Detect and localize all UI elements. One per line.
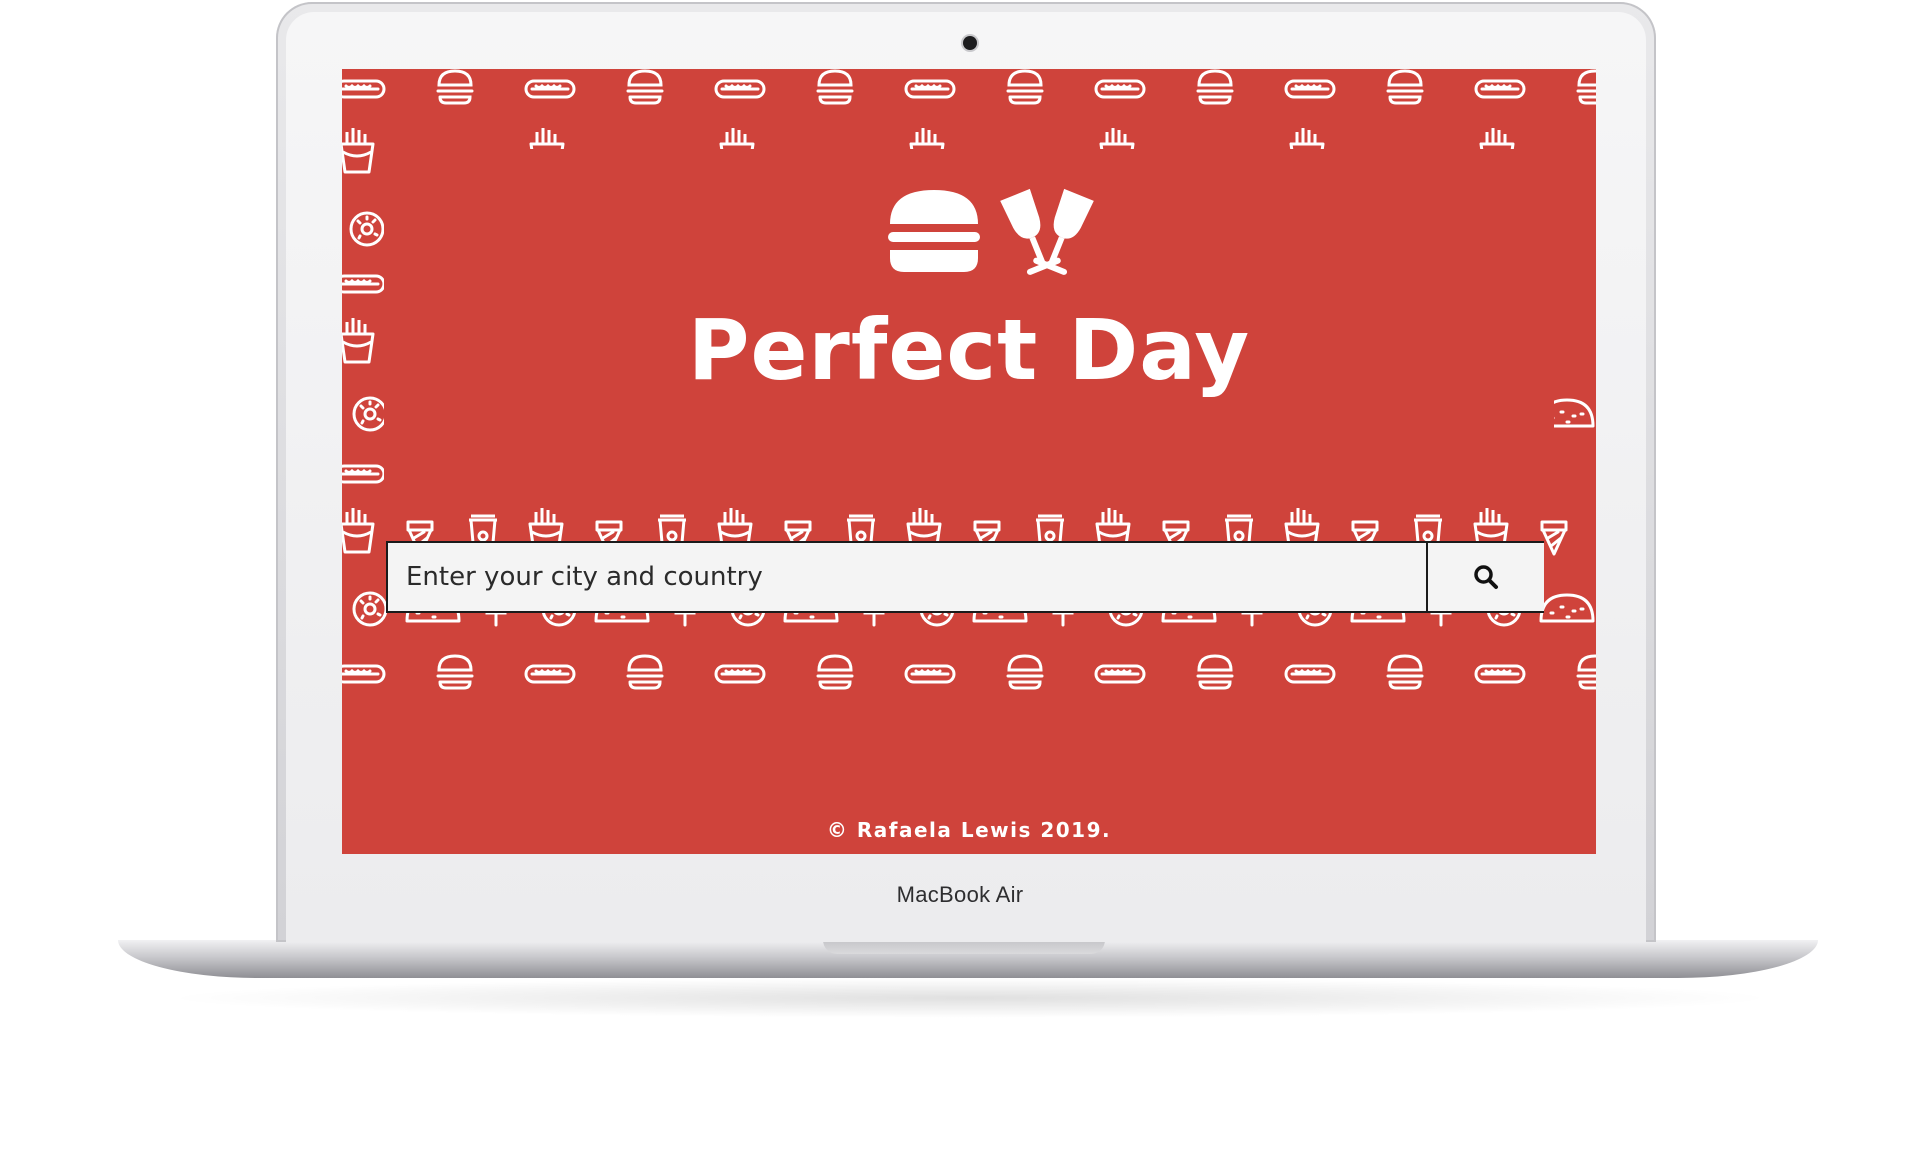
donut-icon	[352, 396, 388, 432]
donut-icon	[349, 211, 385, 247]
cone-icon	[1540, 520, 1568, 556]
device-brand-label: MacBook Air	[896, 882, 1024, 907]
app-screen: Perfect Day © Rafaela Lewis 2019.	[342, 69, 1596, 854]
hotdog-icon	[714, 664, 766, 684]
search-button[interactable]	[1426, 543, 1544, 611]
burger-icon	[1386, 654, 1424, 690]
burger-icon	[436, 654, 474, 690]
hotdog-icon	[1474, 664, 1526, 684]
burger-icon	[1576, 654, 1596, 690]
hero-icons	[888, 188, 1094, 275]
burger-icon	[1576, 69, 1596, 105]
fries-icon	[342, 506, 375, 554]
burger-icon	[1196, 654, 1234, 690]
fries-icon	[342, 126, 375, 174]
hotdog-icon	[1474, 79, 1526, 99]
hotdog-icon	[342, 274, 386, 294]
burger-icon	[1006, 654, 1044, 690]
burger-icon	[1386, 69, 1424, 105]
app-title: Perfect Day	[687, 301, 1251, 399]
location-search-input[interactable]	[388, 543, 1426, 611]
burger-icon	[436, 69, 474, 105]
hotdog-icon	[342, 664, 386, 684]
hotdog-icon	[342, 464, 386, 484]
burger-icon	[816, 69, 854, 105]
hotdog-icon	[904, 79, 956, 99]
donut-icon	[352, 591, 388, 627]
wine-glasses-icon	[1000, 188, 1094, 275]
burger-icon	[626, 69, 664, 105]
burger-icon	[888, 190, 980, 272]
hotdog-icon	[524, 79, 576, 99]
burger-icon	[1196, 69, 1234, 105]
camera-icon	[963, 36, 977, 50]
burger-icon	[816, 654, 854, 690]
hotdog-icon	[524, 664, 576, 684]
footer-copyright: © Rafaela Lewis 2019.	[826, 818, 1112, 842]
hotdog-icon	[1094, 79, 1146, 99]
hotdog-icon	[1284, 79, 1336, 99]
hotdog-icon	[342, 79, 386, 99]
search-bar	[386, 541, 1544, 613]
burger-icon	[1006, 69, 1044, 105]
laptop-shadow	[160, 978, 1780, 1018]
hotdog-icon	[1094, 664, 1146, 684]
laptop-base-notch	[823, 940, 1105, 954]
hotdog-icon	[904, 664, 956, 684]
hotdog-icon	[1284, 664, 1336, 684]
hotdog-icon	[714, 79, 766, 99]
burger-icon	[626, 654, 664, 690]
taco-icon	[1539, 593, 1595, 623]
search-icon	[1474, 565, 1498, 589]
